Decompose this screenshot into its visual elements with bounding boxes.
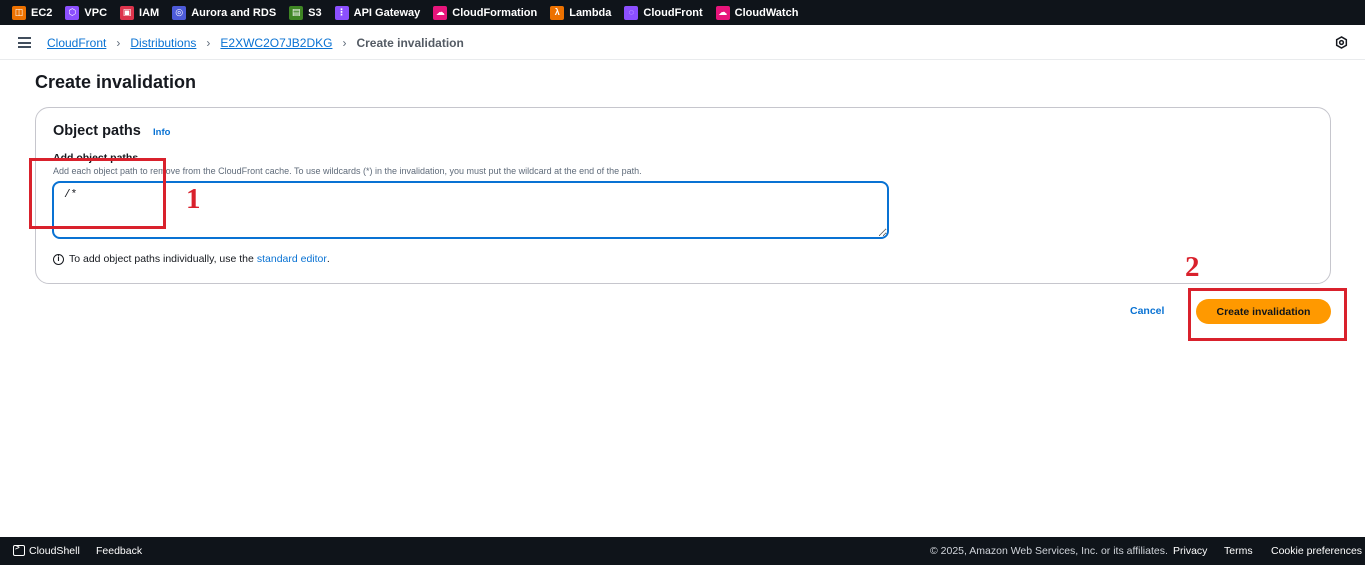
feedback-link[interactable]: Feedback [96,545,142,557]
chevron-right-icon: › [206,35,211,50]
service-label: Lambda [569,6,612,19]
breadcrumb-cloudfront[interactable]: CloudFront [47,36,106,50]
service-shortcut[interactable]: ◌ CloudFront [624,5,703,20]
page-title: Create invalidation [35,72,197,92]
breadcrumb-bar: CloudFront › Distributions › E2XWC2O7JB2… [0,25,1365,60]
service-label: CloudFormation [452,6,538,19]
service-label: EC2 [31,6,53,19]
services-bar: ◫ EC2 ⬡ VPC ▣ IAM ◎ Aurora and RDS ▤ S3 ⋮ API Gatew… [0,0,1365,25]
chevron-right-icon: › [116,35,121,50]
info-link[interactable]: Info [153,127,170,138]
hint-period: . [326,253,330,265]
settings-icon[interactable] [1335,36,1348,49]
standard-editor-link[interactable]: standard editor [257,253,327,265]
service-label: IAM [139,6,160,19]
object-paths-title: Object paths [53,123,141,139]
lambda-icon: λ [550,5,565,20]
menu-icon[interactable] [18,37,31,48]
service-label: S3 [308,6,322,19]
service-shortcut[interactable]: λ Lambda [550,5,612,20]
service-shortcut[interactable]: ⋮ API Gateway [334,5,421,20]
object-paths-container: Object paths Info Add object paths Add e… [35,107,1331,284]
footer: CloudShell Feedback © 2025, Amazon Web S… [0,537,1365,565]
chevron-right-icon: › [342,35,347,50]
service-shortcut[interactable]: ◎ Aurora and RDS [172,5,277,20]
annotation-number-2: 2 [1185,251,1200,283]
breadcrumb-current: Create invalidation [356,35,464,50]
service-shortcut[interactable]: ▤ S3 [289,5,322,20]
cookie-preferences-link[interactable]: Cookie preferences [1271,545,1362,557]
annotation-number-1: 1 [186,183,201,215]
privacy-link[interactable]: Privacy [1173,545,1207,557]
field-label: Add object paths [53,152,139,164]
create-invalidation-button[interactable]: Create invalidation [1196,299,1331,324]
editor-hint: i To add object paths individually, use … [53,253,330,265]
service-shortcut[interactable]: ⬡ VPC [65,5,108,20]
service-shortcut[interactable]: ☁ CloudFormation [433,5,538,20]
object-paths-input[interactable]: /* [52,181,889,239]
info-circle-icon: i [53,253,64,265]
field-description: Add each object path to remove from the … [53,166,642,176]
cloudfront-icon: ◌ [624,5,639,20]
breadcrumb: CloudFront › Distributions › E2XWC2O7JB2… [47,25,464,60]
iam-icon: ▣ [120,5,135,20]
terminal-icon [13,543,25,556]
cloudwatch-icon: ☁ [715,5,730,20]
service-label: CloudWatch [734,6,799,19]
s3-icon: ▤ [289,5,304,20]
service-label: VPC [84,6,108,19]
service-shortcut[interactable]: ☁ CloudWatch [715,5,799,20]
breadcrumb-distribution-id[interactable]: E2XWC2O7JB2DKG [220,36,332,50]
cancel-button[interactable]: Cancel [1130,305,1164,317]
vpc-icon: ⬡ [65,5,80,20]
cloudshell-button[interactable]: CloudShell [13,543,80,557]
hint-text: To add object paths individually, use th… [69,253,254,265]
copyright-text: © 2025, Amazon Web Services, Inc. or its… [930,545,1168,557]
ec2-icon: ◫ [12,5,26,20]
service-label: API Gateway [353,6,421,19]
service-shortcut[interactable]: ◫ EC2 [12,5,53,20]
api-gateway-icon: ⋮ [334,5,349,20]
service-label: Aurora and RDS [191,6,277,19]
service-shortcut[interactable]: ▣ IAM [120,5,160,20]
cloudformation-icon: ☁ [433,5,448,20]
breadcrumb-distributions[interactable]: Distributions [130,36,196,50]
cloudshell-label: CloudShell [29,545,80,557]
rds-icon: ◎ [172,5,187,20]
terms-link[interactable]: Terms [1224,545,1253,557]
service-label: CloudFront [643,6,703,19]
